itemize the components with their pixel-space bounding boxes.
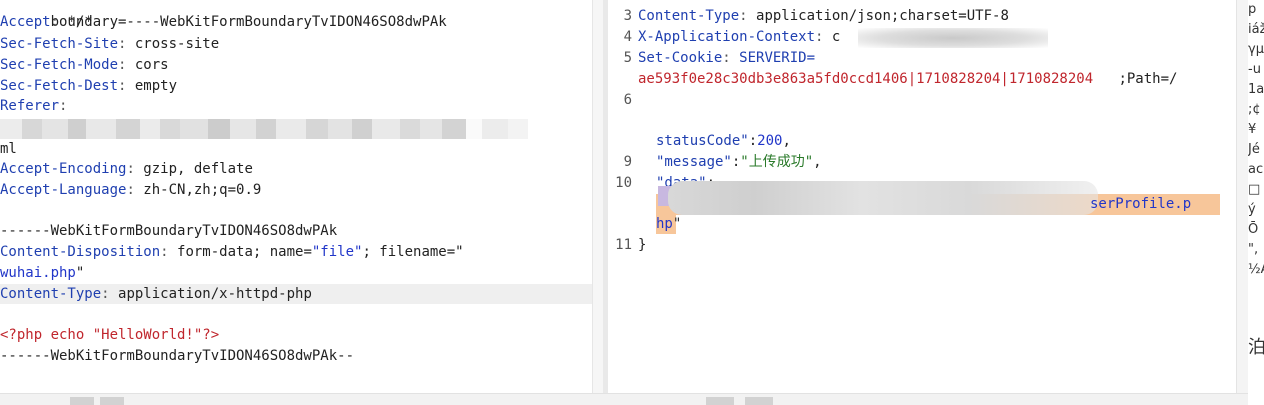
line-number: 5 — [623, 50, 632, 66]
json-string: "上传成功" — [740, 154, 814, 170]
line-number: 3 — [623, 8, 632, 24]
line-number: 9 — [623, 154, 632, 170]
close-brace: } — [638, 237, 647, 253]
line-number: 6 — [623, 92, 632, 108]
header-key: Content-Type — [0, 286, 102, 302]
inspector-glyph: ý — [1248, 202, 1256, 217]
cookie-value-line: ae593f0e28c30db3e863a5fd0ccd1406|1710828… — [638, 69, 1177, 89]
cookie-value: ae593f0e28c30db3e863a5fd0ccd1406|1710828… — [638, 71, 1094, 87]
boundary-text: ------WebKitFormBoundaryTvIDON46SO8dwPAk — [0, 223, 338, 239]
inspector-glyph: 1a — [1248, 82, 1264, 97]
inspector-glyph: Ō — [1248, 222, 1259, 237]
inspector-glyph: ", — [1248, 242, 1259, 257]
header-sec-fetch-mode: Sec-Fetch-Mode: cors — [0, 57, 169, 73]
cd-value-2: ; filename=" — [362, 244, 464, 260]
inspector-glyph-bottom: 泊 — [1248, 337, 1264, 358]
json-status-code: statusCode":200, — [656, 133, 791, 149]
data-url-tail2-text: hp — [656, 216, 673, 232]
request-scrollbar[interactable] — [592, 0, 603, 393]
response-x-application-context: X-Application-Context: c — [638, 29, 841, 45]
header-value: */* — [67, 14, 93, 30]
filename-quote: " — [75, 265, 85, 281]
line-number: 10 — [615, 175, 632, 191]
redacted-data-url — [668, 181, 1098, 215]
line-number: 4 — [623, 29, 632, 45]
header-accept-encoding: Accept-Encoding: gzip, deflate — [0, 161, 253, 177]
header-value: cors — [134, 57, 169, 73]
json-number: 200 — [757, 133, 783, 149]
response-content-type: Content-Type: application/json;charset=U… — [638, 8, 1009, 24]
json-key: statusCode" — [656, 133, 749, 149]
header-key: Sec-Fetch-Dest — [0, 78, 119, 94]
inspector-glyph: iáž — [1248, 22, 1264, 37]
inspector-glyph: ½A — [1248, 262, 1264, 277]
header-key: Accept-Language — [0, 182, 127, 198]
header-accept-language: Accept-Language: zh-CN,zh;q=0.9 — [0, 182, 262, 198]
header-boundary: boundary=----WebKitFormBoundaryTvIDON46S… — [0, 0, 447, 30]
referer-tail-text: ml — [0, 141, 17, 157]
line-number: 11 — [615, 237, 632, 253]
header-key: Content-Type — [638, 8, 740, 24]
header-referer: Referer: — [0, 98, 68, 114]
referer-tail: ml — [0, 139, 17, 159]
burp-repeater-view: boundary=----WebKitFormBoundaryTvIDON46S… — [0, 0, 1264, 405]
inspector-glyph: ¥ — [1248, 122, 1257, 137]
data-url-tail-2: hp" — [656, 216, 682, 232]
header-value: c — [831, 29, 841, 45]
inspector-glyph: ac — [1248, 162, 1264, 177]
php-code: <?php echo "HelloWorld!"?> — [0, 327, 220, 343]
filename-value[interactable]: wuhai.php — [0, 265, 76, 281]
cookie-path: ;Path=/ — [1118, 71, 1178, 87]
inspector-glyph: ;¢ — [1248, 102, 1261, 117]
filename-line: wuhai.php" — [0, 263, 84, 283]
boundary-text: boundary=----WebKitFormBoundaryTvIDON46S… — [50, 14, 447, 30]
header-value: cross-site — [134, 36, 220, 52]
inspector-glyph: γμ — [1248, 42, 1264, 57]
header-key: Content-Disposition — [0, 244, 161, 260]
response-viewer[interactable]: 3 Content-Type: application/json;charset… — [608, 0, 1236, 393]
cookie-name: SERVERID= — [739, 50, 816, 66]
header-key: Accept — [0, 14, 51, 30]
header-accept: Accept: */* — [0, 14, 93, 30]
header-sec-fetch-site: Sec-Fetch-Site: cross-site — [0, 36, 220, 52]
boundary-end-text: ------WebKitFormBoundaryTvIDON46SO8dwPAk… — [0, 348, 355, 364]
boundary-line: ------WebKitFormBoundaryTvIDON46SO8dwPAk — [0, 221, 337, 241]
header-value: application/x-httpd-php — [118, 286, 312, 302]
header-key: Referer — [0, 98, 60, 114]
header-key: Sec-Fetch-Mode — [0, 57, 119, 73]
header-content-disposition: Content-Disposition: form-data; name="fi… — [0, 244, 464, 260]
json-close-brace: } — [638, 235, 646, 255]
response-set-cookie: Set-Cookie: SERVERID= — [638, 50, 816, 66]
header-sec-fetch-dest: Sec-Fetch-Dest: empty — [0, 78, 178, 94]
json-message: "message":"上传成功", — [656, 154, 822, 170]
header-value: application/json;charset=UTF-8 — [756, 8, 1009, 24]
php-payload: <?php echo "HelloWorld!"?> — [0, 325, 219, 345]
inspector-glyph: -u — [1248, 62, 1261, 77]
header-key: Sec-Fetch-Site — [0, 36, 119, 52]
header-key: Accept-Encoding — [0, 161, 127, 177]
redacted-context-blur — [858, 28, 1048, 48]
cd-field-name: "file" — [311, 244, 363, 260]
data-url-tail-text: serProfile.p — [1090, 196, 1192, 212]
request-editor[interactable]: boundary=----WebKitFormBoundaryTvIDON46S… — [0, 0, 603, 393]
data-url-tail: serProfile.p — [1090, 194, 1191, 214]
header-content-type: Content-Type: application/x-httpd-php — [0, 284, 603, 304]
boundary-end-line: ------WebKitFormBoundaryTvIDON46SO8dwPAk… — [0, 346, 354, 366]
json-key: "message" — [656, 154, 732, 170]
redacted-referer-mosaic — [0, 119, 600, 139]
header-value: gzip, deflate — [143, 161, 253, 177]
header-value: empty — [134, 78, 178, 94]
inspector-glyph: Jé — [1248, 142, 1260, 157]
inspector-glyph: □ — [1248, 182, 1261, 197]
inspector-column: p iáž γμ -u 1a ;¢ ¥ Jé ac □ ý Ō ", ½A 泊 — [1248, 0, 1264, 405]
bottom-scrollbar[interactable] — [0, 393, 1248, 405]
inspector-glyph: p — [1248, 2, 1257, 17]
cd-value: form-data; name= — [177, 244, 312, 260]
header-value: zh-CN,zh;q=0.9 — [143, 182, 262, 198]
header-key: Set-Cookie — [638, 50, 723, 66]
header-key: X-Application-Context — [638, 29, 816, 45]
